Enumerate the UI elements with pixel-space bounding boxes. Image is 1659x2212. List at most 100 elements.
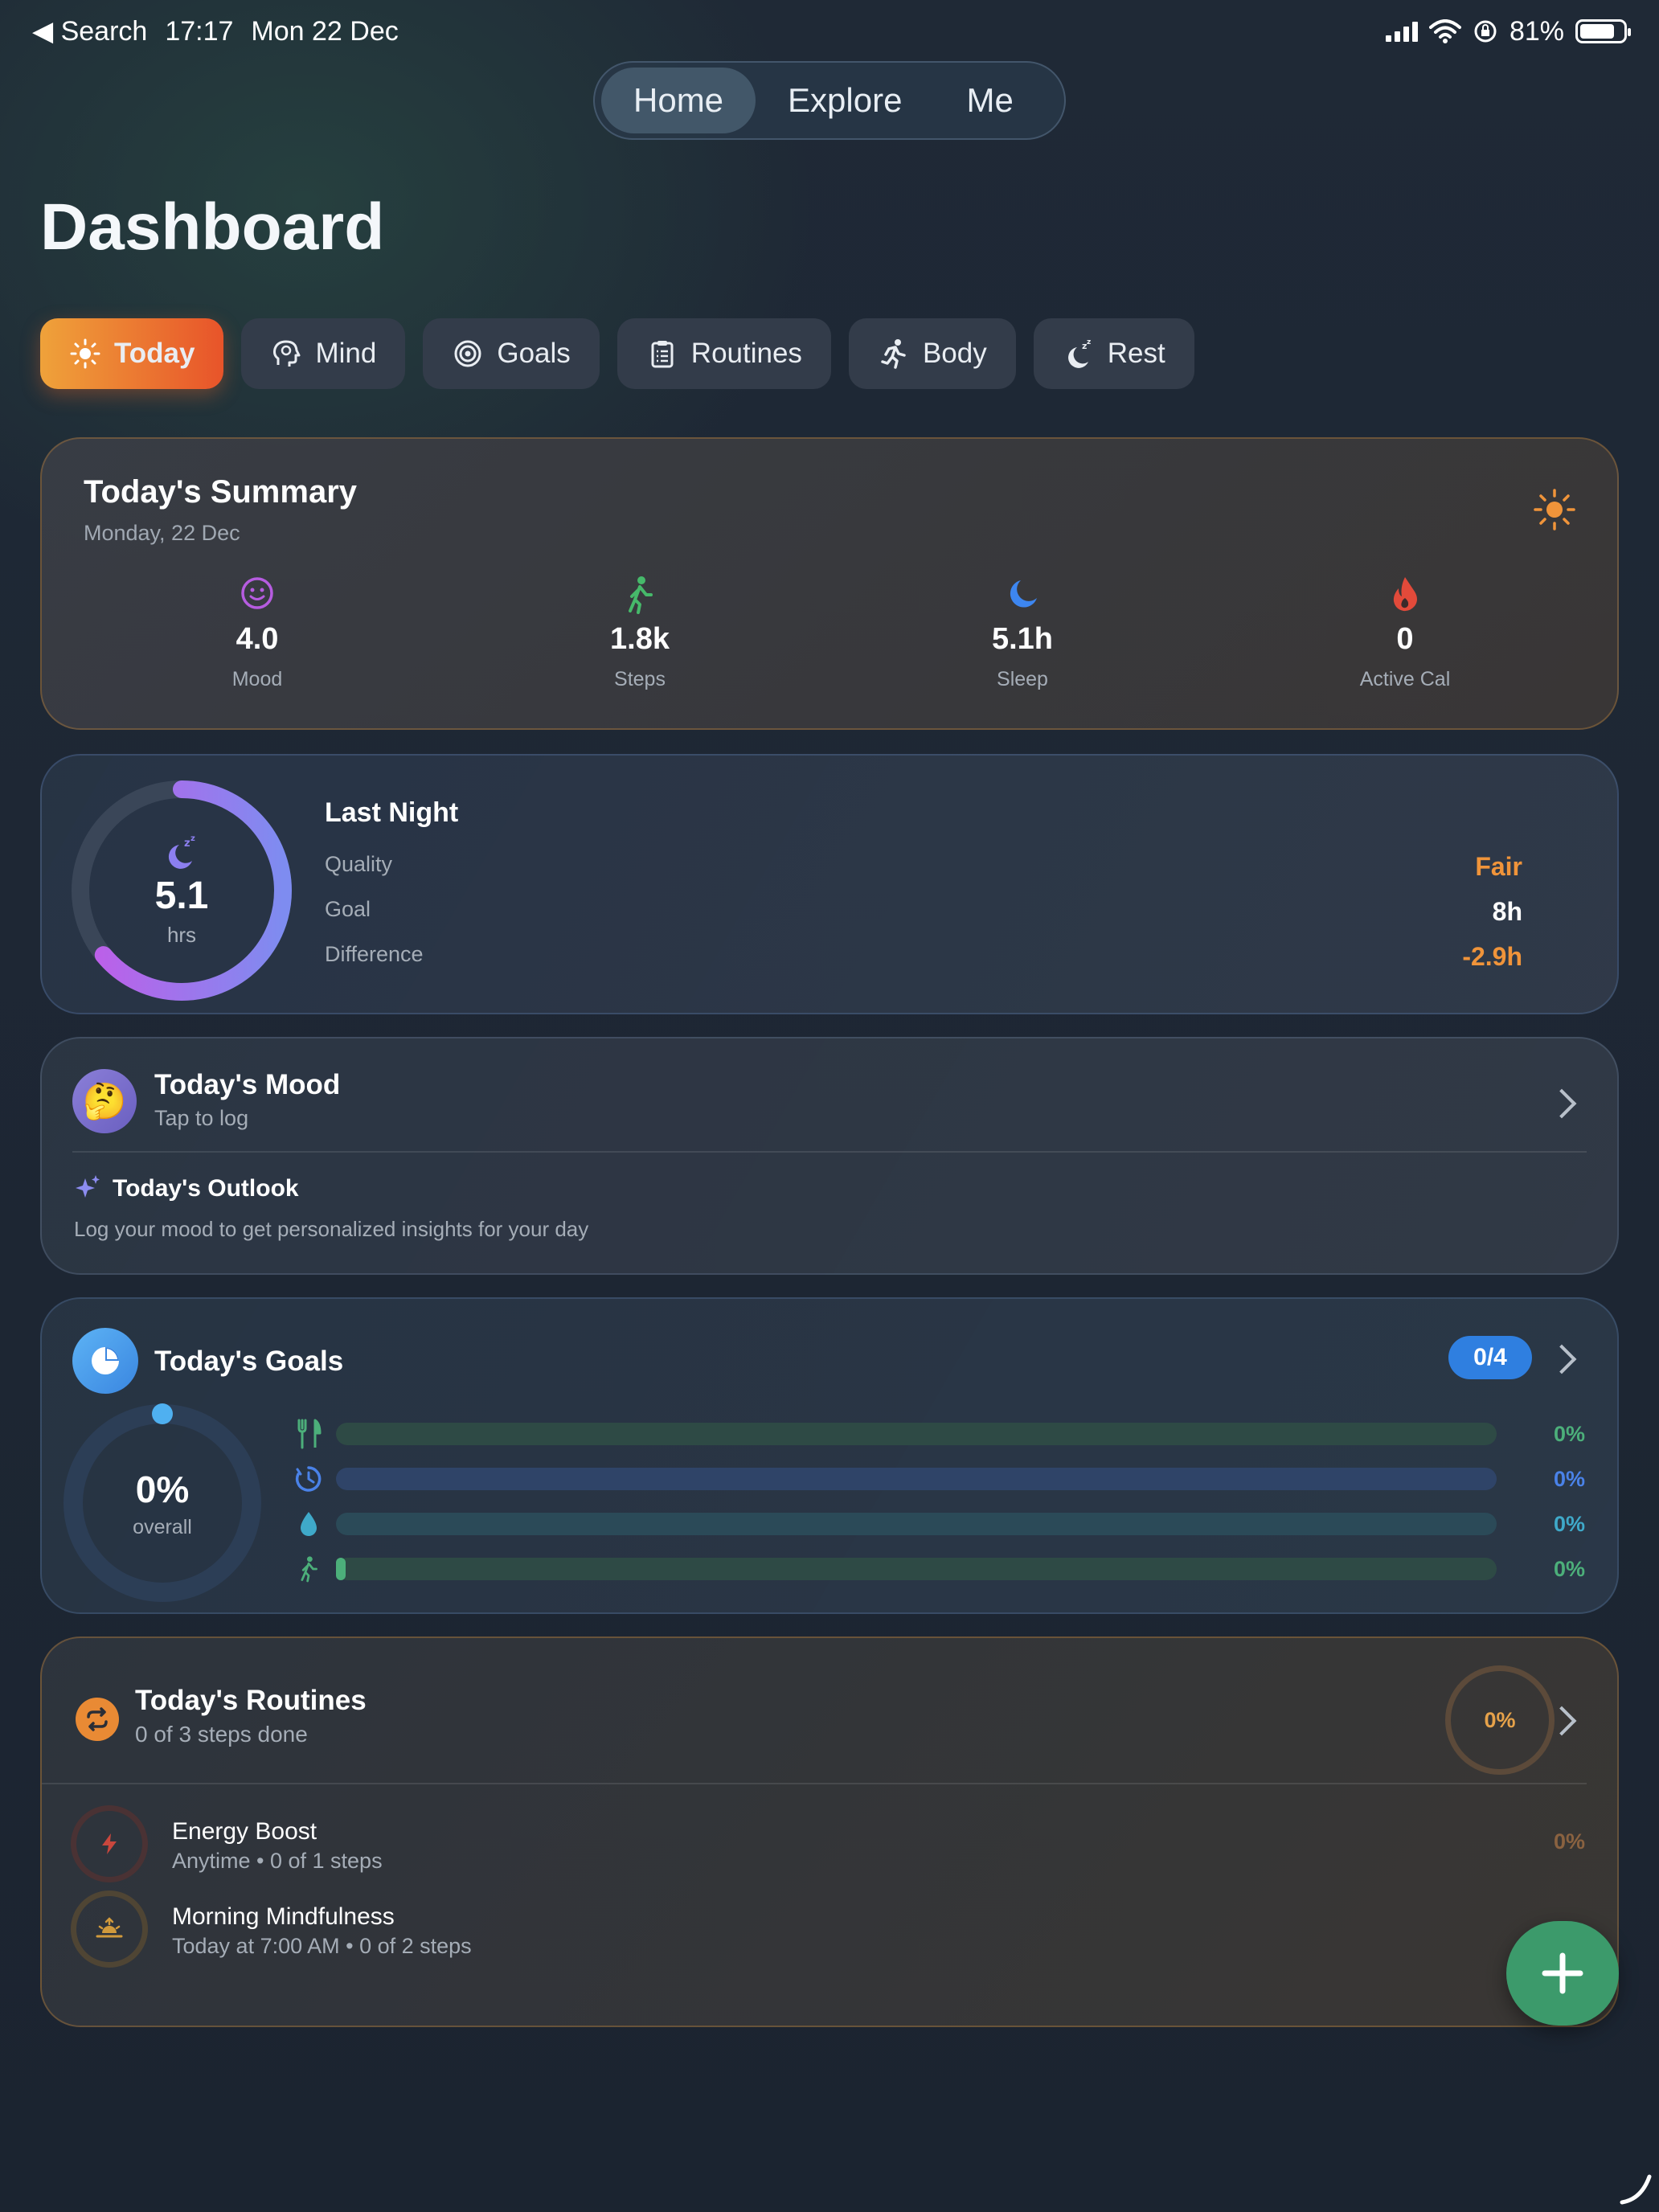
goal-row-timer[interactable]: 0%	[293, 1463, 1585, 1495]
routine-detail: Today at 7:00 AM • 0 of 2 steps	[172, 1934, 472, 1958]
status-time: 17:17	[165, 15, 234, 47]
sleep-ring-center: zz 5.1 hrs	[69, 778, 294, 1003]
stat-label: Steps	[614, 668, 666, 690]
goal-track	[336, 1468, 1497, 1490]
row-label: Difference	[325, 942, 424, 966]
mood-subtitle: Tap to log	[154, 1106, 249, 1130]
walking-icon	[301, 1556, 317, 1583]
chip-mind[interactable]: Mind	[241, 318, 406, 389]
sleep-hours-unit: hrs	[166, 923, 197, 947]
sun-icon	[70, 338, 100, 369]
moon-zzz-icon: zz	[1067, 338, 1091, 368]
sleep-title: Last Night	[325, 797, 459, 828]
sun-icon	[1534, 489, 1575, 530]
tab-home[interactable]: Home	[601, 68, 756, 133]
routine-energy-boost[interactable]: Energy Boost Anytime • 0 of 1 steps 0%	[71, 1805, 1585, 1882]
routine-detail: Anytime • 0 of 1 steps	[172, 1849, 383, 1873]
goal-row-nutrition[interactable]: 0%	[293, 1418, 1585, 1450]
top-nav: Home Explore Me	[593, 61, 1066, 140]
walking-icon	[629, 576, 653, 614]
sleep-card[interactable]: zz 5.1 hrs Last Night Quality Fair Goal …	[40, 754, 1619, 1014]
row-value: Fair	[1475, 852, 1522, 881]
stat-label: Mood	[231, 668, 283, 690]
divider	[72, 1151, 1587, 1153]
svg-text:z: z	[1087, 338, 1091, 346]
water-drop-icon	[301, 1512, 317, 1536]
chip-goals[interactable]: Goals	[423, 318, 600, 389]
repeat-icon	[76, 1698, 119, 1741]
chevron-right-icon[interactable]	[1546, 1344, 1577, 1374]
goal-row-steps[interactable]: 0%	[293, 1553, 1585, 1585]
divider	[42, 1783, 1587, 1784]
chip-label: Body	[922, 338, 987, 369]
timer-icon	[295, 1466, 322, 1492]
status-date: Mon 22 Dec	[251, 15, 399, 47]
goal-percent: 0%	[1553, 1421, 1585, 1446]
fork-knife-icon	[297, 1419, 322, 1449]
goals-card[interactable]: Today's Goals 0/4 0% overall 0% 0% 0% 0%	[40, 1297, 1619, 1614]
outlook-title: Today's Outlook	[113, 1175, 299, 1202]
outlook-text: Log your mood to get personalized insigh…	[74, 1217, 589, 1241]
summary-date: Monday, 22 Dec	[84, 521, 240, 545]
stat-value: 1.8k	[610, 622, 670, 656]
chip-body[interactable]: Body	[848, 318, 1016, 389]
brain-icon	[273, 340, 301, 367]
chip-label: Rest	[1107, 338, 1165, 369]
goal-track	[336, 1558, 1497, 1580]
goal-track	[336, 1513, 1497, 1535]
stat-value: 4.0	[236, 622, 279, 656]
sleep-row-goal: Goal 8h	[325, 897, 1522, 927]
add-button[interactable]	[1506, 1921, 1619, 2026]
tab-explore[interactable]: Explore	[756, 68, 934, 133]
routine-morning-mindfulness[interactable]: Morning Mindfulness Today at 7:00 AM • 0…	[71, 1890, 1585, 1968]
goal-row-water[interactable]: 0%	[293, 1508, 1585, 1540]
goals-ring-center: 0% overall	[63, 1403, 262, 1603]
back-to-search-link[interactable]: ◀ Search	[32, 15, 147, 47]
row-label: Goal	[325, 897, 371, 921]
summary-card[interactable]: Today's Summary Monday, 22 Dec 4.0 Mood …	[40, 437, 1619, 730]
bolt-icon	[102, 1833, 117, 1854]
row-value: -2.9h	[1462, 942, 1522, 971]
routines-card[interactable]: Today's Routines 0 of 3 steps done 0% En…	[40, 1636, 1619, 2027]
target-icon	[454, 340, 481, 367]
wifi-icon	[1428, 19, 1461, 43]
battery-percent: 81%	[1509, 15, 1564, 47]
cellular-signal-icon	[1385, 21, 1418, 42]
stat-label: Active Cal	[1359, 668, 1451, 690]
goal-track	[336, 1423, 1497, 1445]
chevron-right-icon[interactable]	[1546, 1088, 1577, 1119]
sunrise-icon	[96, 1917, 123, 1938]
goal-percent: 0%	[1553, 1466, 1585, 1491]
stat-value: 0	[1396, 622, 1414, 656]
chip-today[interactable]: Today	[40, 318, 224, 389]
resize-handle-icon[interactable]	[1617, 2170, 1653, 2206]
goals-overall-value: 0%	[135, 1468, 190, 1510]
row-label: Quality	[325, 852, 393, 876]
pie-chart-icon	[72, 1328, 138, 1394]
chip-label: Today	[114, 338, 195, 369]
clipboard-icon	[651, 341, 674, 368]
chip-routines[interactable]: Routines	[616, 318, 831, 389]
running-icon	[881, 339, 906, 369]
stat-mood: 4.0 Mood	[137, 576, 378, 691]
chip-label: Goals	[497, 338, 571, 369]
stat-active-cal: 0 Active Cal	[1284, 576, 1526, 691]
page-title: Dashboard	[40, 190, 385, 264]
goal-fill	[336, 1558, 346, 1580]
routines-progress-ring: 0%	[1445, 1665, 1555, 1775]
mood-card[interactable]: 🤔 Today's Mood Tap to log Today's Outloo…	[40, 1037, 1619, 1275]
sleep-hours-value: 5.1	[154, 875, 209, 917]
svg-text:z: z	[184, 838, 190, 850]
chip-rest[interactable]: zz Rest	[1033, 318, 1194, 389]
chip-label: Routines	[690, 338, 802, 369]
routine-name: Energy Boost	[172, 1818, 317, 1845]
goals-count-badge: 0/4	[1448, 1336, 1532, 1379]
goal-percent: 0%	[1553, 1511, 1585, 1536]
sparkles-icon	[76, 1175, 100, 1198]
routines-title: Today's Routines	[135, 1685, 367, 1716]
tab-me[interactable]: Me	[934, 68, 1045, 133]
thinking-face-icon: 🤔	[72, 1069, 137, 1133]
moon-zzz-icon: zz	[168, 834, 195, 869]
summary-title: Today's Summary	[84, 474, 357, 510]
category-chips: Today Mind Goals Routines Body zz Rest	[40, 318, 1194, 389]
